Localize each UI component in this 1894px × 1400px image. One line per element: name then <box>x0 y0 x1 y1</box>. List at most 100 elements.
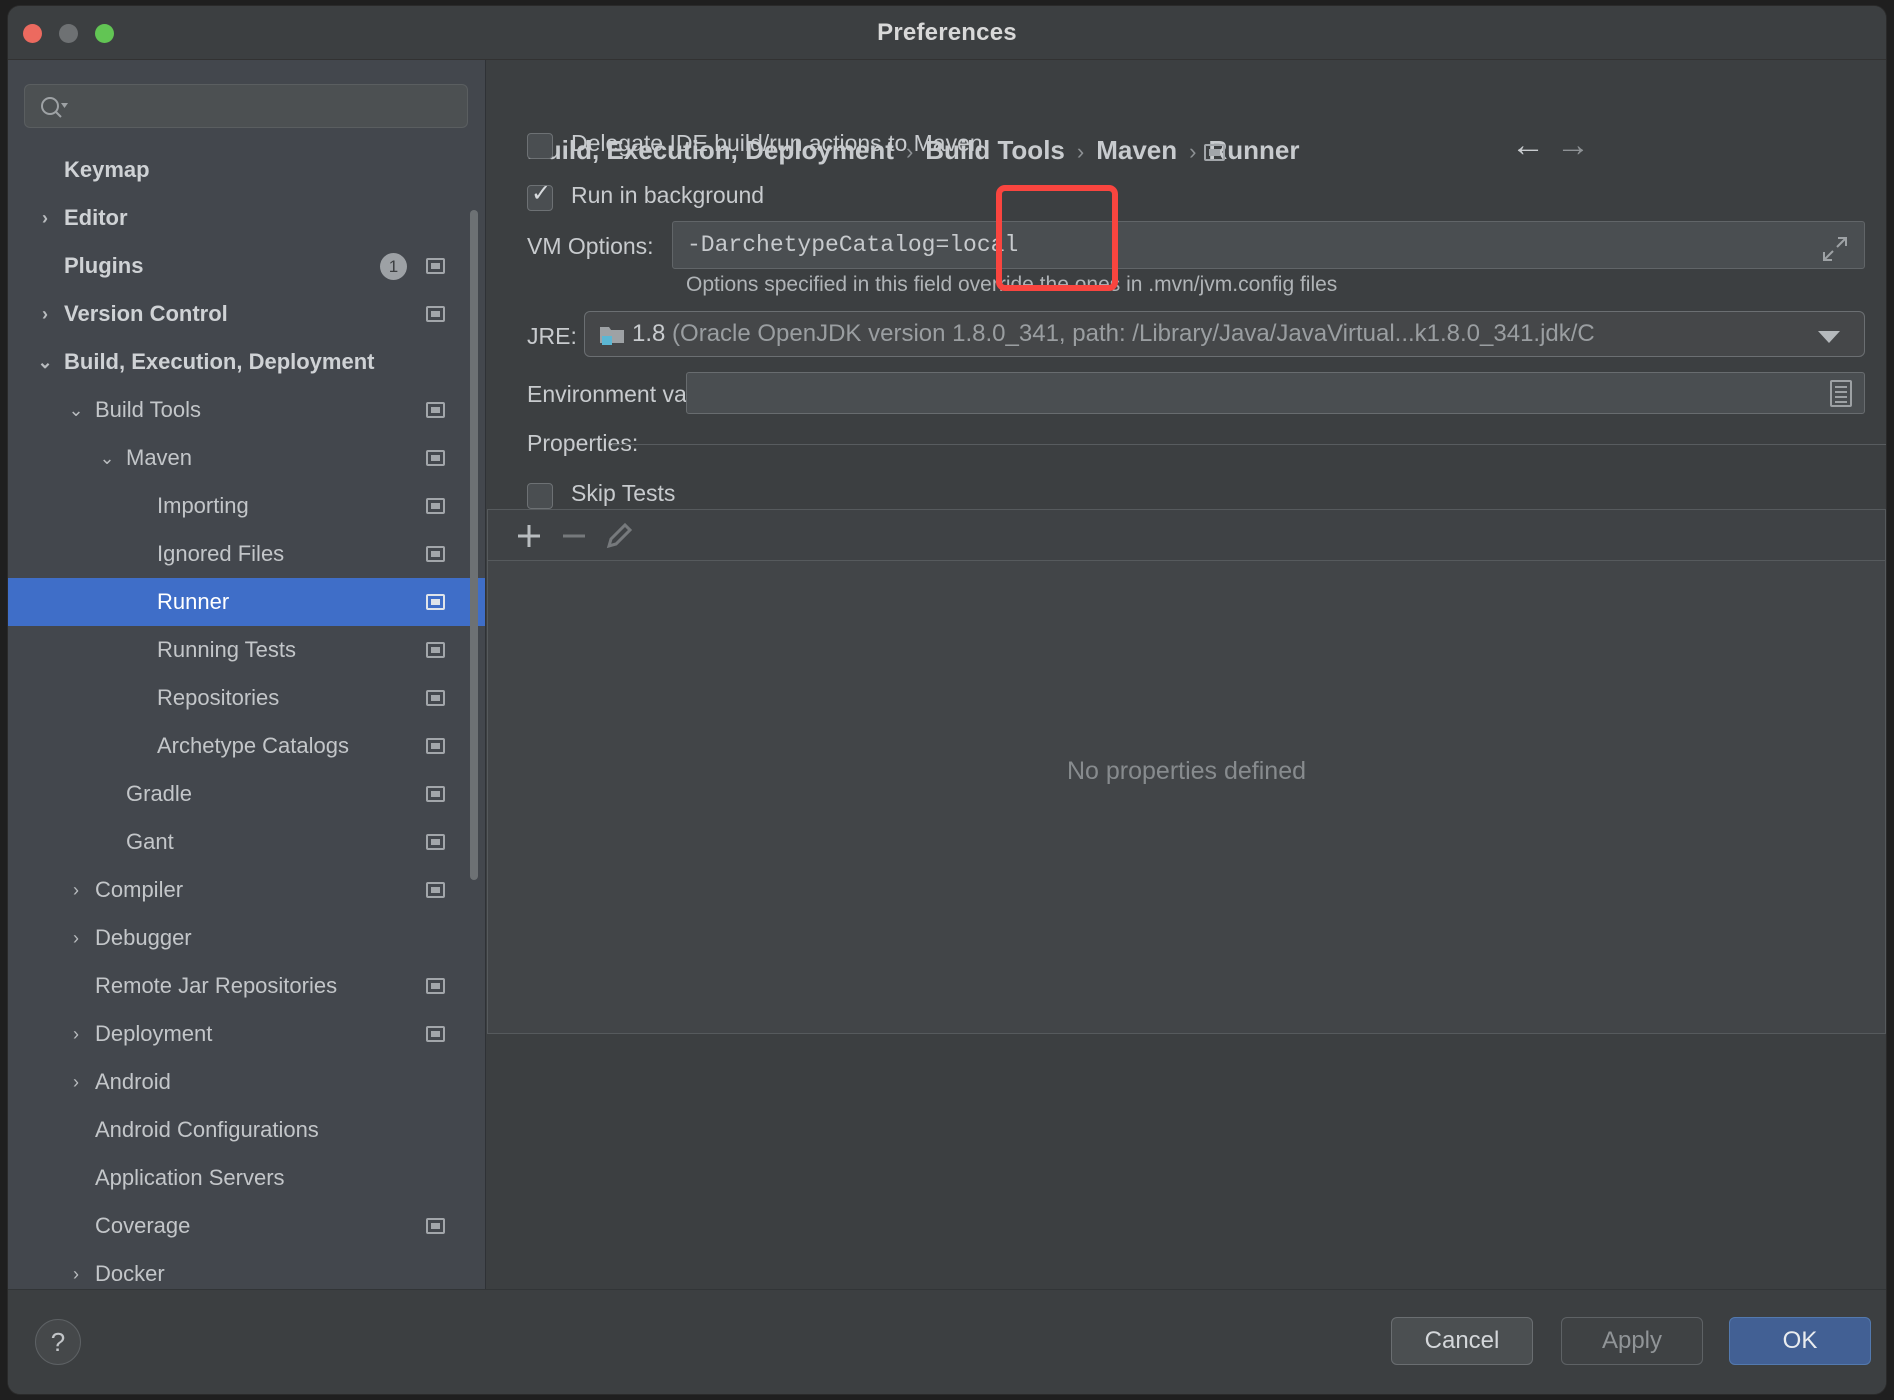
sidebar-item-label: Plugins <box>64 253 144 278</box>
remove-property-button[interactable] <box>556 518 592 554</box>
project-scope-icon <box>426 978 445 994</box>
settings-content-pane: Build, Execution, Deployment › Build Tools… <box>487 60 1886 1289</box>
chevron-down-icon[interactable]: ⌄ <box>65 386 87 434</box>
chevron-right-icon[interactable]: › <box>65 1010 87 1058</box>
sidebar-item-label: Docker <box>95 1261 165 1286</box>
sidebar-item-version-control[interactable]: › Version Control <box>8 290 485 338</box>
skip-tests-checkbox[interactable] <box>527 483 553 509</box>
preferences-window: Preferences Keymap › Editor Plugins 1 › Versio… <box>8 6 1886 1394</box>
cancel-button[interactable]: Cancel <box>1391 1317 1533 1365</box>
sidebar-item-plugins[interactable]: Plugins 1 <box>8 242 485 290</box>
nav-back-button[interactable]: ← <box>1506 126 1550 166</box>
project-scope-icon <box>426 306 445 322</box>
chevron-right-icon[interactable]: › <box>34 290 56 338</box>
sidebar-item-android[interactable]: › Android <box>8 1058 485 1106</box>
search-box[interactable] <box>24 84 468 128</box>
add-property-button[interactable] <box>511 518 547 554</box>
chevron-down-icon[interactable]: ⌄ <box>96 434 118 482</box>
sidebar-item-debugger[interactable]: › Debugger <box>8 914 485 962</box>
sidebar-item-label: Build, Execution, Deployment <box>64 349 375 374</box>
help-button[interactable]: ? <box>35 1319 81 1365</box>
breadcrumb-part[interactable]: Maven <box>1096 135 1177 165</box>
properties-toolbar <box>487 509 1886 560</box>
delegate-ide-build-label: Delegate IDE build/run actions to Maven <box>571 130 983 156</box>
sidebar-item-runner[interactable]: Runner <box>8 578 485 626</box>
vm-options-input[interactable]: -DarchetypeCatalog=local <box>672 221 1865 269</box>
sidebar-item-deployment[interactable]: › Deployment <box>8 1010 485 1058</box>
sidebar-item-running-tests[interactable]: Running Tests <box>8 626 485 674</box>
chevron-right-icon[interactable]: › <box>34 194 56 242</box>
dialog-footer: ? Cancel Apply OK <box>8 1289 1886 1394</box>
sidebar-item-importing[interactable]: Importing <box>8 482 485 530</box>
sidebar-item-label: Version Control <box>64 301 228 326</box>
sidebar-item-label: Editor <box>64 205 128 230</box>
sidebar-item-maven[interactable]: ⌄ Maven <box>8 434 485 482</box>
sidebar-item-label: Importing <box>157 493 249 518</box>
project-scope-icon <box>426 498 445 514</box>
project-scope-icon <box>426 690 445 706</box>
sidebar-item-build-execution-deployment[interactable]: ⌄ Build, Execution, Deployment <box>8 338 485 386</box>
sidebar-item-compiler[interactable]: › Compiler <box>8 866 485 914</box>
sidebar-item-label: Coverage <box>95 1213 191 1238</box>
project-scope-icon <box>426 1218 445 1234</box>
chevron-right-icon[interactable]: › <box>65 866 87 914</box>
search-input[interactable] <box>79 85 459 127</box>
nav-forward-button[interactable]: → <box>1551 126 1595 166</box>
jre-value: 1.8 (Oracle OpenJDK version 1.8.0_341, p… <box>632 320 1762 348</box>
run-in-background-label: Run in background <box>571 182 765 208</box>
project-scope-icon <box>426 786 445 802</box>
jre-label: JRE: <box>527 323 577 349</box>
sidebar-item-gradle[interactable]: Gradle <box>8 770 485 818</box>
sidebar-item-label: Keymap <box>64 157 150 182</box>
sidebar-item-gant[interactable]: Gant <box>8 818 485 866</box>
ok-button[interactable]: OK <box>1729 1317 1871 1365</box>
project-scope-icon <box>426 450 445 466</box>
project-scope-icon <box>426 258 445 274</box>
sidebar-scrollbar[interactable] <box>470 210 478 880</box>
skip-tests-label: Skip Tests <box>571 480 676 506</box>
expand-icon[interactable] <box>1822 236 1848 262</box>
sidebar-item-coverage[interactable]: Coverage <box>8 1202 485 1250</box>
sidebar-item-label: Ignored Files <box>157 541 285 566</box>
pencil-icon[interactable] <box>601 518 637 554</box>
jre-version: 1.8 <box>632 320 666 347</box>
sidebar-item-label: Remote Jar Repositories <box>95 973 338 998</box>
settings-sidebar: Keymap › Editor Plugins 1 › Version Control ⌄ Bu… <box>8 60 486 1289</box>
sidebar-item-label: Runner <box>157 589 230 614</box>
sidebar-item-keymap[interactable]: Keymap <box>8 146 485 194</box>
env-vars-input[interactable] <box>686 372 1865 414</box>
project-scope-icon <box>426 594 445 610</box>
sidebar-item-android-configurations[interactable]: Android Configurations <box>8 1106 485 1154</box>
chevron-right-icon[interactable]: › <box>65 1250 87 1289</box>
properties-table[interactable]: No properties defined <box>487 560 1886 1034</box>
sidebar-item-label: Deployment <box>95 1021 213 1046</box>
run-in-background-checkbox[interactable] <box>527 179 553 211</box>
sidebar-item-label: Compiler <box>95 877 184 902</box>
project-scope-icon <box>426 738 445 754</box>
sidebar-item-label: Application Servers <box>95 1165 285 1190</box>
sidebar-item-label: Build Tools <box>95 397 201 422</box>
apply-button[interactable]: Apply <box>1561 1317 1703 1365</box>
jre-detail: (Oracle OpenJDK version 1.8.0_341, path:… <box>665 320 1595 347</box>
properties-empty-text: No properties defined <box>1066 757 1307 785</box>
vm-options-value: -DarchetypeCatalog=local <box>687 232 1019 258</box>
sidebar-item-label: Android <box>95 1069 171 1094</box>
chevron-right-icon[interactable]: › <box>65 1058 87 1106</box>
sidebar-item-label: Debugger <box>95 925 192 950</box>
chevron-down-icon[interactable]: ⌄ <box>34 338 56 386</box>
sidebar-item-build-tools[interactable]: ⌄ Build Tools <box>8 386 485 434</box>
sidebar-item-remote-jar-repositories[interactable]: Remote Jar Repositories <box>8 962 485 1010</box>
jre-dropdown[interactable]: 1.8 (Oracle OpenJDK version 1.8.0_341, p… <box>584 311 1865 357</box>
sidebar-item-label: Gant <box>126 829 174 854</box>
delegate-ide-build-checkbox[interactable] <box>527 133 553 159</box>
sidebar-item-editor[interactable]: › Editor <box>8 194 485 242</box>
chevron-right-icon[interactable]: › <box>65 914 87 962</box>
sidebar-item-repositories[interactable]: Repositories <box>8 674 485 722</box>
sidebar-item-archetype-catalogs[interactable]: Archetype Catalogs <box>8 722 485 770</box>
sidebar-item-badge: 1 <box>380 253 407 280</box>
list-icon[interactable] <box>1830 380 1852 407</box>
chevron-down-icon[interactable] <box>1818 331 1840 343</box>
sidebar-item-ignored-files[interactable]: Ignored Files <box>8 530 485 578</box>
sidebar-item-docker[interactable]: › Docker <box>8 1250 485 1289</box>
sidebar-item-application-servers[interactable]: Application Servers <box>8 1154 485 1202</box>
